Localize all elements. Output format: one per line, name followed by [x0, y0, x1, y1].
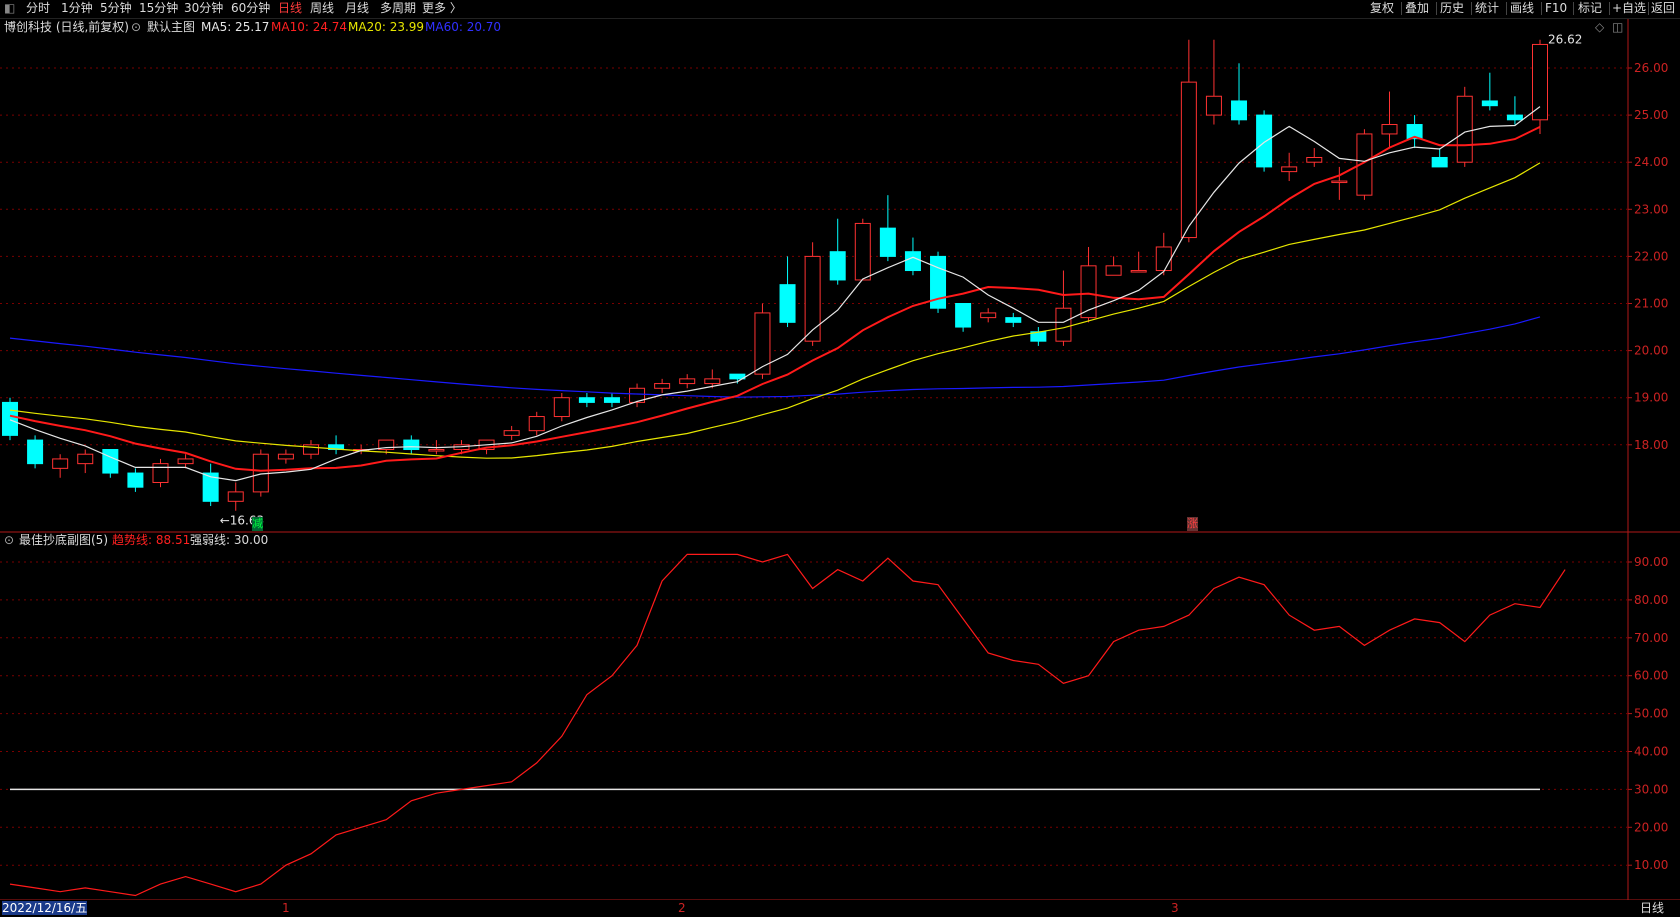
candle-body	[102, 449, 119, 474]
month-mark-1: 1	[282, 901, 290, 915]
ma10-line	[9, 126, 1541, 472]
candle-body	[403, 439, 420, 451]
trend-line	[9, 553, 1566, 897]
high-price-label: 26.62	[1548, 33, 1582, 47]
candle-body	[1205, 95, 1222, 116]
y-tick-label: 19.00	[1634, 391, 1668, 405]
candle-body	[854, 222, 871, 281]
candle-body	[704, 378, 721, 385]
y-tick-label: 80.00	[1634, 593, 1668, 607]
y-tick-label: 20.00	[1634, 820, 1668, 834]
candle-body	[1105, 265, 1122, 276]
candle-body	[1180, 81, 1197, 239]
date-label: 2022/12/16/五	[2, 901, 88, 915]
candle-body	[1431, 156, 1448, 168]
candle-body	[1306, 156, 1323, 163]
y-tick-label: 23.00	[1634, 202, 1668, 216]
gain-marker: 涨	[1187, 517, 1198, 531]
month-mark-3: 3	[1171, 901, 1179, 915]
candle-body	[528, 416, 545, 432]
candle-body	[227, 491, 244, 502]
candle-body	[679, 378, 696, 385]
candle-body	[1481, 100, 1498, 107]
candle-body	[779, 284, 796, 323]
candle-body	[553, 397, 570, 418]
month-mark-2: 2	[678, 901, 686, 915]
candle-body	[1506, 114, 1523, 121]
candle-body	[177, 458, 194, 465]
candle-body	[603, 397, 620, 403]
y-tick-label: 10.00	[1634, 858, 1668, 872]
candle-body	[1381, 124, 1398, 135]
candle-body	[2, 401, 18, 436]
candle-body	[955, 303, 972, 328]
candle-body	[1130, 270, 1147, 273]
candle-body	[578, 397, 595, 403]
candle-body	[27, 439, 44, 465]
ma20-line	[9, 162, 1541, 459]
y-tick-label: 20.00	[1634, 344, 1668, 358]
candle-body	[1005, 317, 1022, 323]
y-tick-label: 21.00	[1634, 297, 1668, 311]
chart-canvas[interactable]: 26.00 25.00 24.00 23.00 22.00 21.00 20.00 19.00…	[0, 0, 1680, 917]
y-tick-label: 22.00	[1634, 249, 1668, 263]
period-tab[interactable]: 日线	[1640, 901, 1664, 915]
y-tick-label: 50.00	[1634, 707, 1668, 721]
candle-body	[1231, 100, 1248, 121]
y-tick-label: 24.00	[1634, 155, 1668, 169]
candle-body	[277, 453, 294, 460]
candle-body	[804, 255, 821, 342]
y-tick-label: 90.00	[1634, 555, 1668, 569]
candle-body	[904, 251, 921, 272]
candle-body	[1155, 246, 1172, 272]
candle-body	[654, 383, 671, 389]
candle-body	[754, 312, 771, 375]
candle-body	[1331, 180, 1348, 184]
y-tick-label: 26.00	[1634, 61, 1668, 75]
candle-body	[127, 472, 144, 488]
y-tick-label: 18.00	[1634, 438, 1668, 452]
y-tick-label: 40.00	[1634, 745, 1668, 759]
candle-body	[980, 312, 997, 319]
candle-body	[829, 251, 846, 281]
candle-body	[1532, 43, 1548, 121]
candle-body	[152, 463, 169, 483]
candle-body	[1256, 114, 1273, 168]
y-tick-label: 30.00	[1634, 782, 1668, 796]
y-tick-label: 25.00	[1634, 108, 1668, 122]
candle-body	[428, 449, 445, 452]
candle-body	[52, 458, 69, 469]
y-tick-label: 70.00	[1634, 631, 1668, 645]
candle-body	[77, 453, 94, 465]
bottom-time-axis: 2022/12/16/五 1 2 3 日线	[0, 900, 1680, 917]
candle-body	[503, 430, 520, 436]
y-tick-label: 60.00	[1634, 669, 1668, 683]
candle-body	[1281, 166, 1298, 173]
ma60-line	[9, 316, 1541, 398]
reduce-marker: 减	[252, 517, 263, 531]
candle-body	[1055, 307, 1072, 342]
candle-body	[879, 227, 896, 257]
candle-body	[1456, 95, 1473, 163]
